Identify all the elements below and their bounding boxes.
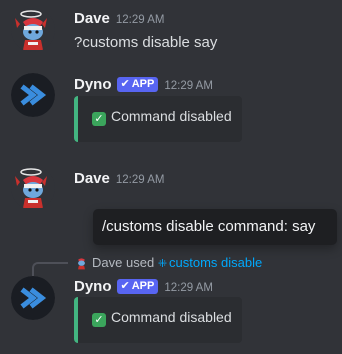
embed: ✓ Command disabled bbox=[74, 96, 242, 142]
message-timestamp: 12:29 AM bbox=[115, 14, 165, 26]
message-timestamp: 12:29 AM bbox=[164, 282, 213, 294]
message-timestamp: 12:29 AM bbox=[164, 80, 213, 92]
check-icon: ✔ bbox=[120, 78, 130, 90]
green-check-icon: ✓ bbox=[92, 313, 106, 327]
embed-text: ✓ Command disabled bbox=[92, 108, 232, 126]
green-check-icon: ✓ bbox=[92, 112, 106, 126]
dave-avatar-icon[interactable] bbox=[11, 166, 55, 210]
reply-spine bbox=[32, 262, 68, 276]
check-icon: ✔ bbox=[120, 280, 130, 292]
message-author[interactable]: Dyno ✔ APP 12:29 AM bbox=[74, 278, 213, 295]
dyno-avatar-icon[interactable] bbox=[11, 73, 55, 117]
embed: ✓ Command disabled bbox=[74, 297, 242, 343]
app-badge: ✔ APP bbox=[116, 279, 159, 294]
message-author[interactable]: Dyno ✔ APP 12:29 AM bbox=[74, 76, 213, 93]
interaction-user[interactable]: Dave bbox=[92, 255, 122, 270]
dyno-avatar-icon[interactable] bbox=[11, 276, 55, 320]
interaction-header[interactable]: Dave used ⁜ customs disable bbox=[74, 255, 262, 270]
command-link[interactable]: customs disable bbox=[169, 255, 262, 270]
command-tooltip: /customs disable command: say bbox=[93, 209, 337, 245]
message-author[interactable]: Dave 12:29 AM bbox=[74, 170, 164, 187]
slash-command-icon: ⁜ bbox=[157, 258, 168, 270]
message-content: ?customs disable say bbox=[74, 34, 218, 51]
message-author[interactable]: Dave 12:29 AM bbox=[74, 10, 164, 27]
dave-avatar-icon[interactable] bbox=[11, 8, 55, 52]
dave-mini-avatar-icon bbox=[74, 255, 89, 270]
interaction-verb: used bbox=[125, 255, 155, 270]
message-timestamp: 12:29 AM bbox=[115, 174, 165, 186]
embed-text: ✓ Command disabled bbox=[92, 309, 232, 327]
app-badge: ✔ APP bbox=[116, 77, 159, 92]
